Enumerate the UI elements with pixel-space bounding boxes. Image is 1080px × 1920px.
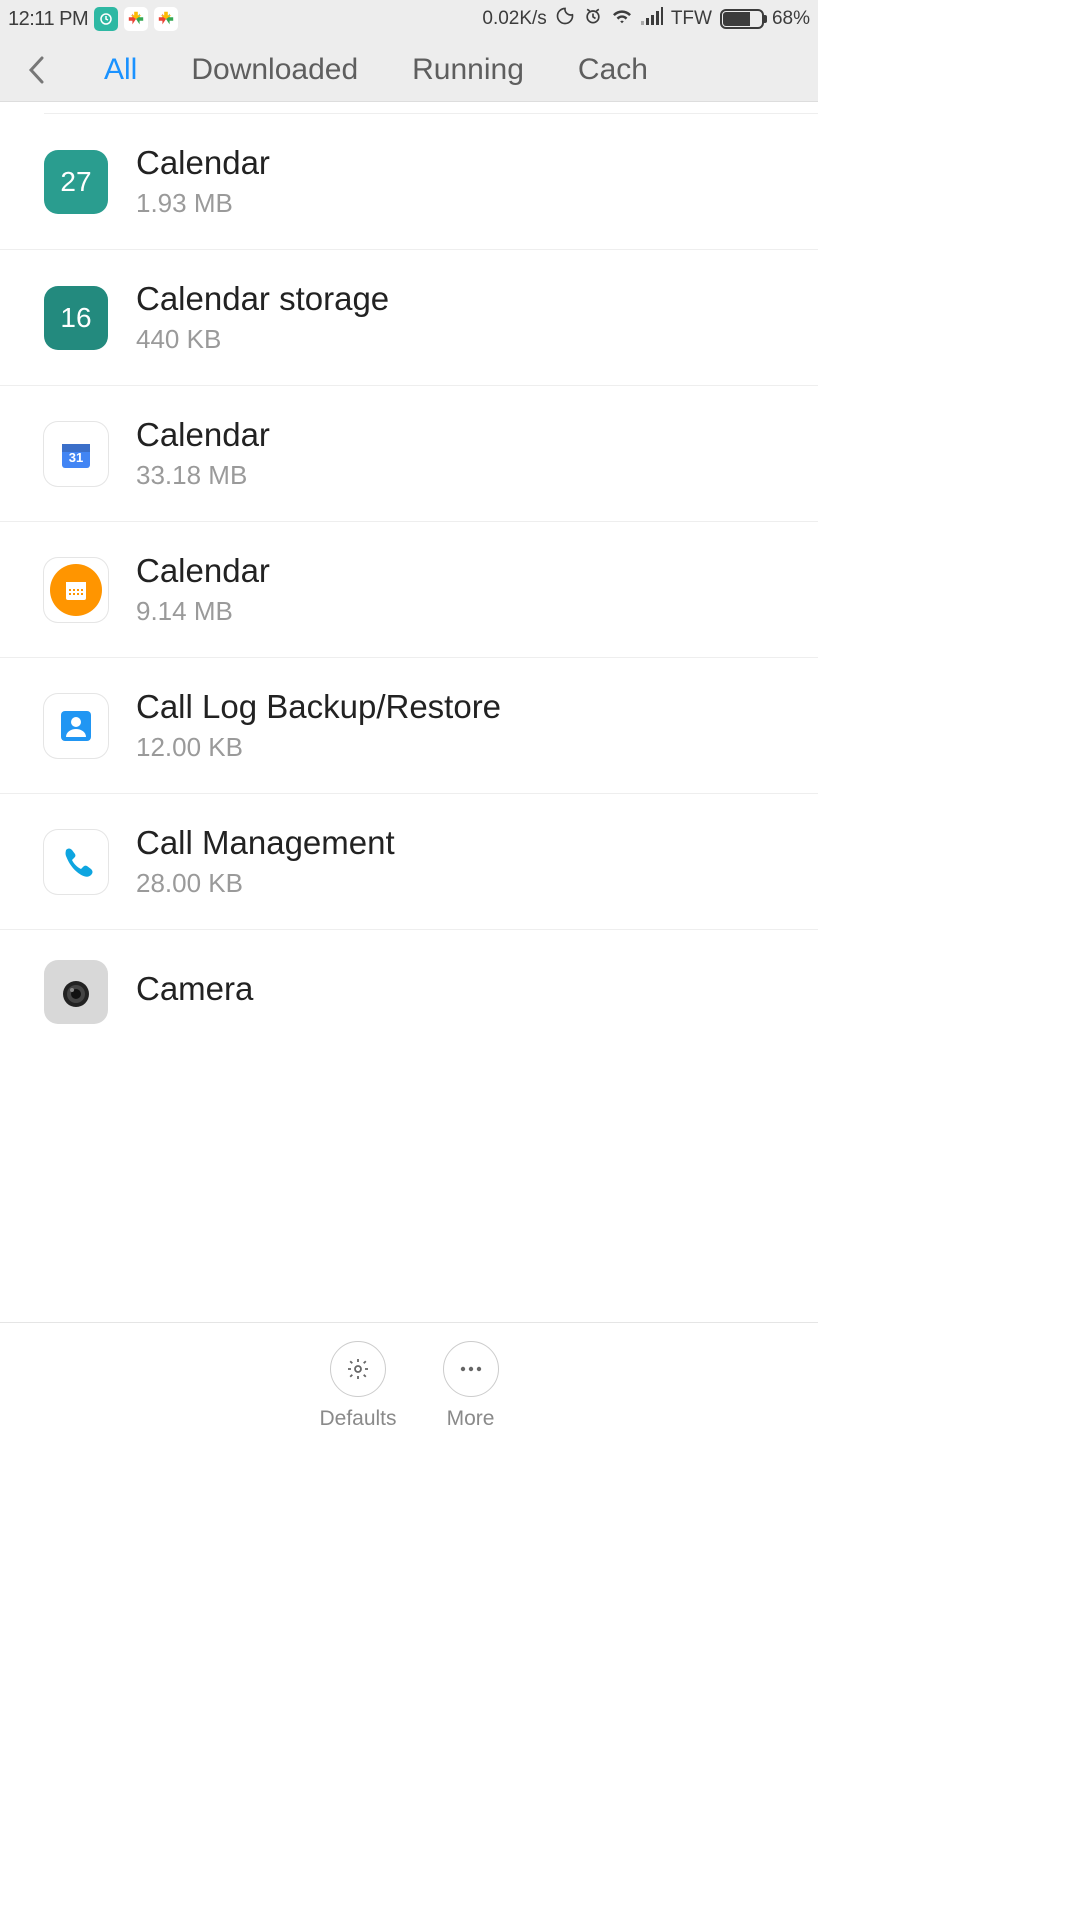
play-services-icon-2 (154, 7, 178, 31)
bottom-bar: Defaults More (0, 1322, 818, 1456)
app-info: Call Log Backup/Restore 12.00 KB (136, 688, 794, 763)
alarm-icon (583, 6, 603, 32)
app-size: 440 KB (136, 324, 794, 355)
app-name: Call Log Backup/Restore (136, 688, 794, 726)
calendar-icon: 27 (44, 150, 108, 214)
app-row[interactable]: Camera (0, 930, 818, 1032)
battery-pct: 68% (772, 8, 810, 30)
app-size: 28.00 KB (136, 868, 794, 899)
defaults-button[interactable]: Defaults (319, 1341, 396, 1431)
camera-icon (44, 960, 108, 1024)
carrier: TFW (671, 8, 712, 30)
app-list[interactable]: 27 Calendar 1.93 MB 16 Calendar storage … (0, 102, 818, 1032)
app-name: Calendar (136, 144, 794, 182)
battery-icon (720, 9, 764, 29)
app-name: Call Management (136, 824, 794, 862)
app-size: 12.00 KB (136, 732, 794, 763)
tab-bar: All Downloaded Running Cach (0, 38, 818, 102)
app-name: Calendar (136, 416, 794, 454)
app-row[interactable]: 31 Calendar 33.18 MB (0, 386, 818, 522)
app-size: 33.18 MB (136, 460, 794, 491)
app-info: Call Management 28.00 KB (136, 824, 794, 899)
calendar-storage-icon: 16 (44, 286, 108, 350)
tab-downloaded[interactable]: Downloaded (191, 53, 358, 87)
app-info: Camera (136, 970, 794, 1014)
app-row[interactable]: Call Log Backup/Restore 12.00 KB (0, 658, 818, 794)
play-services-icon (124, 7, 148, 31)
app-info: Calendar 1.93 MB (136, 144, 794, 219)
app-row[interactable]: 16 Calendar storage 440 KB (0, 250, 818, 386)
more-button[interactable]: More (443, 1341, 499, 1431)
app-notif-icon (94, 7, 118, 31)
tab-cached[interactable]: Cach (578, 53, 648, 87)
phone-icon (44, 830, 108, 894)
signal-icon (641, 7, 663, 31)
app-name: Calendar (136, 552, 794, 590)
calendar-orange-icon (44, 558, 108, 622)
list-divider (44, 102, 818, 114)
app-size: 1.93 MB (136, 188, 794, 219)
gear-icon (330, 1341, 386, 1397)
tab-all[interactable]: All (104, 53, 137, 87)
app-info: Calendar storage 440 KB (136, 280, 794, 355)
more-label: More (447, 1407, 495, 1431)
dnd-icon (555, 6, 575, 32)
app-row[interactable]: 27 Calendar 1.93 MB (0, 114, 818, 250)
more-icon (443, 1341, 499, 1397)
wifi-icon (611, 7, 633, 31)
contacts-icon (44, 694, 108, 758)
defaults-label: Defaults (319, 1407, 396, 1431)
google-calendar-icon: 31 (44, 422, 108, 486)
app-info: Calendar 33.18 MB (136, 416, 794, 491)
app-info: Calendar 9.14 MB (136, 552, 794, 627)
app-name: Calendar storage (136, 280, 794, 318)
app-name: Camera (136, 970, 794, 1008)
app-size: 9.14 MB (136, 596, 794, 627)
status-bar: 12:11 PM 0.02K/s TFW 68% (0, 0, 818, 38)
app-row[interactable]: Call Management 28.00 KB (0, 794, 818, 930)
svg-text:31: 31 (69, 450, 83, 465)
back-button[interactable] (22, 56, 50, 84)
network-speed: 0.02K/s (482, 8, 546, 30)
status-time: 12:11 PM (8, 8, 88, 31)
status-right: 0.02K/s TFW 68% (482, 6, 810, 32)
tab-running[interactable]: Running (412, 53, 524, 87)
app-row[interactable]: Calendar 9.14 MB (0, 522, 818, 658)
status-left: 12:11 PM (8, 7, 178, 31)
